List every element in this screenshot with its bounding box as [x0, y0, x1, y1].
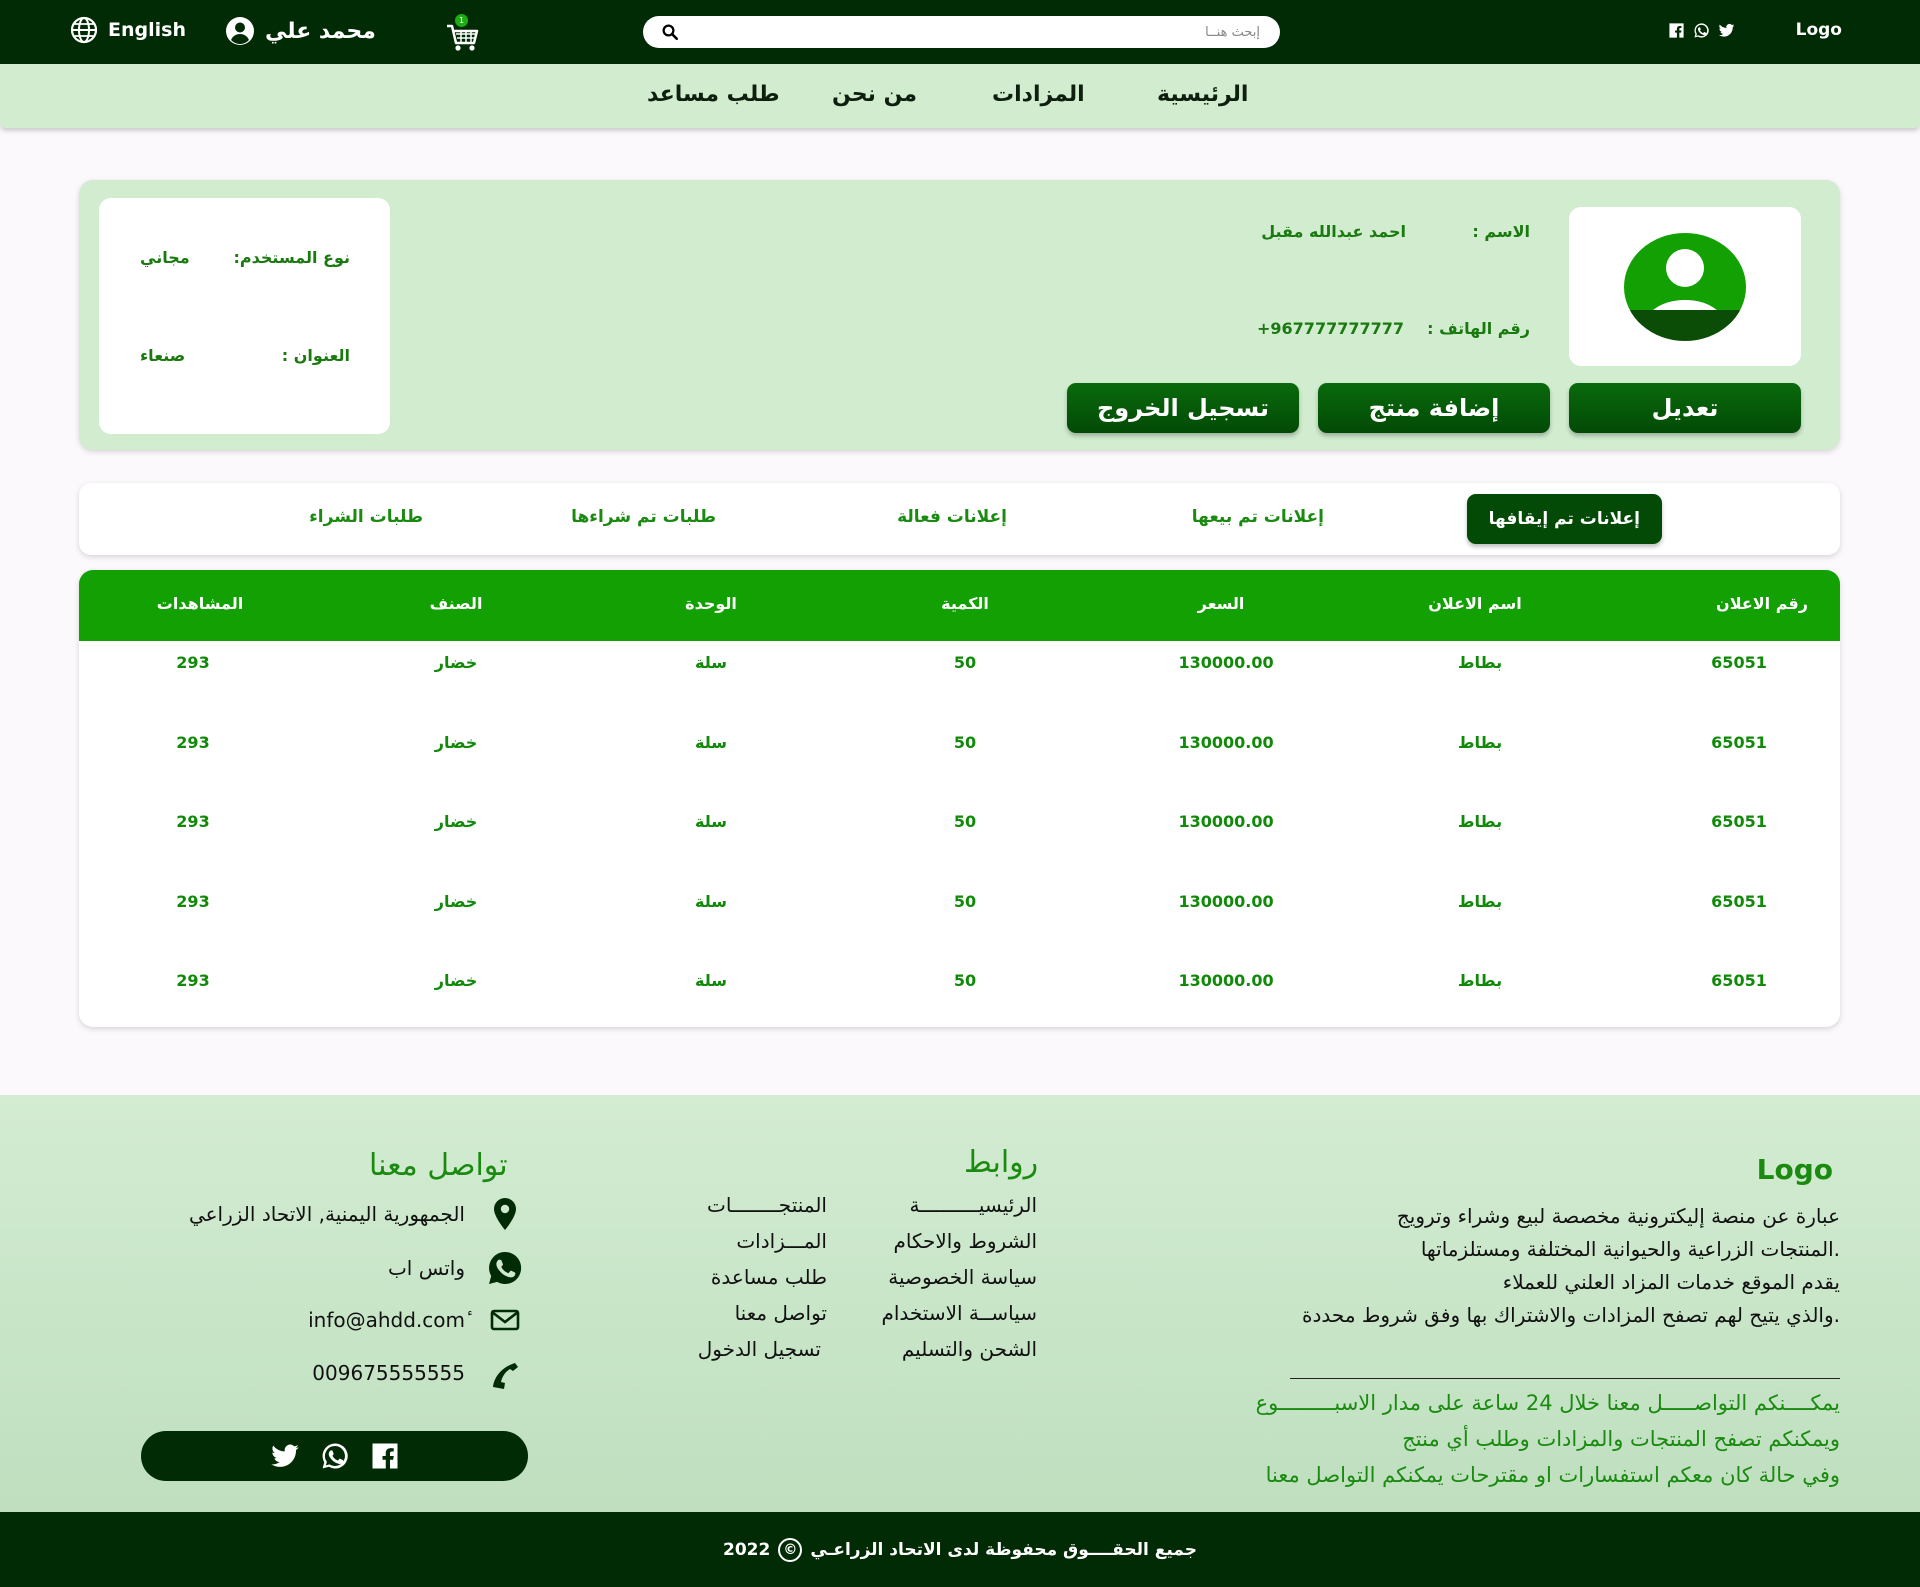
top-bar: Logo 1 محمد علي English [0, 0, 1920, 64]
footer-divider [1290, 1378, 1840, 1379]
about-line: .المنتجات الزراعية والحيوانية المختلفة و… [1420, 1237, 1840, 1261]
table-row[interactable]: 65051 بطاط 130000.00 50 سلة خضار 293 [79, 641, 1840, 681]
footer-contact-title: تواصل معنا [369, 1148, 508, 1183]
user-menu[interactable]: محمد علي [225, 16, 376, 46]
header-social-links [1668, 22, 1735, 39]
contact-text-line: وفي حالة كان معكم استفسارات او مقترحات ي… [1265, 1463, 1840, 1487]
tab-stopped-ads[interactable]: إعلانات تم إيقافها [1466, 494, 1662, 544]
contact-text-line: ويمكنكم تصفح المنتجات والمزادات وطلب أي … [1402, 1427, 1840, 1451]
tab-sold-ads[interactable]: إعلانات تم بيعها [1192, 507, 1324, 527]
copyright-text: جميع الحقــــوق محفوظة لدى الاتحاد الزرا… [810, 1539, 1197, 1560]
table-row[interactable]: 65051 بطاط 130000.00 50 سلة خضار 293 [79, 721, 1840, 761]
user-type-label: نوع المستخدم: [233, 248, 350, 267]
footer-contact-text: يمكــــنكم التواصـــــل معنا خلال 24 ساع… [1080, 1385, 1840, 1493]
cart-icon [447, 24, 479, 51]
twitter-icon[interactable] [1718, 22, 1735, 39]
address-label: العنوان : [281, 346, 350, 365]
footer-links-title: روابط [964, 1145, 1039, 1180]
footer-link-usage-policy[interactable]: سياســة الاستخدام [881, 1301, 1037, 1325]
footer-link-shipping[interactable]: الشحن والتسليم [902, 1337, 1037, 1361]
name-value: احمد عبدالله مقبل [1261, 222, 1406, 241]
search-bar [643, 16, 1280, 48]
address-value: صنعاء [140, 346, 186, 365]
footer-link-contact[interactable]: تواصل معنا [735, 1301, 827, 1325]
user-avatar-icon [1624, 233, 1746, 341]
account-info-box: نوع المستخدم: مجاني العنوان : صنعاء [99, 198, 390, 434]
footer-link-products[interactable]: المنتجــــــــات [707, 1193, 827, 1217]
copyright-icon: © [778, 1537, 803, 1562]
whatsapp-icon[interactable] [319, 1441, 351, 1471]
footer: Logo عبارة عن منصة إليكترونية مخصصة لبيع… [0, 1095, 1920, 1512]
facebook-icon[interactable] [1668, 22, 1685, 39]
footer-email[interactable]: info@ahdd.comٔ [308, 1302, 523, 1338]
copyright-bar: 2022 © جميع الحقــــوق محفوظة لدى الاتحا… [0, 1512, 1920, 1587]
location-pin-icon [494, 1198, 516, 1230]
nav-item-home[interactable]: الرئيسية [1157, 82, 1248, 107]
profile-card: الاسم : احمد عبدالله مقبل رقم الهاتف : +… [79, 180, 1840, 450]
search-icon[interactable] [661, 23, 679, 41]
add-product-button[interactable]: إضافة منتج [1318, 383, 1550, 433]
footer-logo[interactable]: Logo [1757, 1153, 1833, 1186]
table-row[interactable]: 65051 بطاط 130000.00 50 سلة خضار 293 [79, 800, 1840, 840]
table-header: رقم الاعلان اسم الاعلان السعر الكمية الو… [79, 570, 1840, 641]
about-line: .والذي يتيح لهم تصفح المزادات والاشتراك … [1302, 1303, 1840, 1327]
cart-button[interactable]: 1 [446, 14, 480, 54]
contact-text-line: يمكــــنكم التواصـــــل معنا خلال 24 ساع… [1255, 1391, 1840, 1415]
footer-social-links [141, 1431, 528, 1481]
footer-about: عبارة عن منصة إليكترونية مخصصة لبيع وشرا… [1140, 1200, 1840, 1332]
footer-link-terms[interactable]: الشروط والاحكام [893, 1229, 1037, 1253]
user-type-value: مجاني [140, 248, 190, 267]
about-line: عبارة عن منصة إليكترونية مخصصة لبيع وشرا… [1396, 1204, 1840, 1228]
table-row[interactable]: 65051 بطاط 130000.00 50 سلة خضار 293 [79, 880, 1840, 920]
user-name: محمد علي [265, 18, 376, 44]
phone-value: +967777777777 [1257, 319, 1404, 338]
tab-purchased-requests[interactable]: طلبات تم شراءها [571, 507, 716, 527]
footer-link-help[interactable]: طلب مساعدة [711, 1265, 827, 1289]
logout-button[interactable]: تسجيل الخروج [1067, 383, 1299, 433]
ads-tabs: إعلانات تم إيقافها إعلانات تم بيعها إعلا… [79, 483, 1840, 555]
whatsapp-icon[interactable] [1693, 22, 1710, 39]
globe-icon [70, 16, 98, 44]
footer-link-login[interactable]: تسجيل الدخول [698, 1337, 821, 1361]
profile-avatar [1569, 207, 1801, 366]
language-label: English [108, 19, 186, 41]
header-logo[interactable]: Logo [1796, 20, 1842, 40]
phone-label: رقم الهاتف : [1427, 319, 1530, 338]
edit-profile-button[interactable]: تعديل [1569, 383, 1801, 433]
footer-whatsapp[interactable]: واتس اب [388, 1250, 523, 1286]
footer-link-auctions[interactable]: المـــزادات [736, 1229, 827, 1253]
footer-link-privacy[interactable]: سياسة الخصوصية [888, 1265, 1037, 1289]
table-row[interactable]: 65051 بطاط 130000.00 50 سلة خضار 293 [79, 959, 1840, 999]
tab-purchase-requests[interactable]: طلبات الشراء [309, 507, 423, 527]
phone-icon [493, 1363, 518, 1389]
footer-link-home[interactable]: الرئيسيــــــــــة [910, 1193, 1037, 1217]
copyright-year: 2022 [723, 1539, 771, 1560]
nav-item-about[interactable]: من نحن [832, 82, 917, 107]
main-nav: الرئيسية المزادات من نحن طلب مساعد [0, 64, 1920, 128]
name-label: الاسم : [1472, 222, 1530, 241]
twitter-icon[interactable] [269, 1441, 301, 1471]
ads-table: رقم الاعلان اسم الاعلان السعر الكمية الو… [79, 570, 1840, 1027]
footer-phone[interactable]: 009675555555 [312, 1355, 523, 1391]
tab-active-ads[interactable]: إعلانات فعالة [897, 507, 1007, 527]
footer-address: الجمهورية اليمنية, الاتحاد الزراعي [189, 1196, 523, 1232]
search-input[interactable] [700, 22, 1260, 42]
language-switcher[interactable]: English [70, 16, 186, 44]
user-avatar-icon [226, 17, 254, 45]
about-line: يقدم الموقع خدمات المزاد العلني للعملاء [1502, 1270, 1840, 1294]
facebook-icon[interactable] [369, 1441, 401, 1471]
nav-item-help-request[interactable]: طلب مساعد [647, 82, 780, 107]
mail-icon [490, 1309, 520, 1331]
nav-item-auctions[interactable]: المزادات [992, 82, 1085, 107]
whatsapp-icon [489, 1251, 522, 1284]
